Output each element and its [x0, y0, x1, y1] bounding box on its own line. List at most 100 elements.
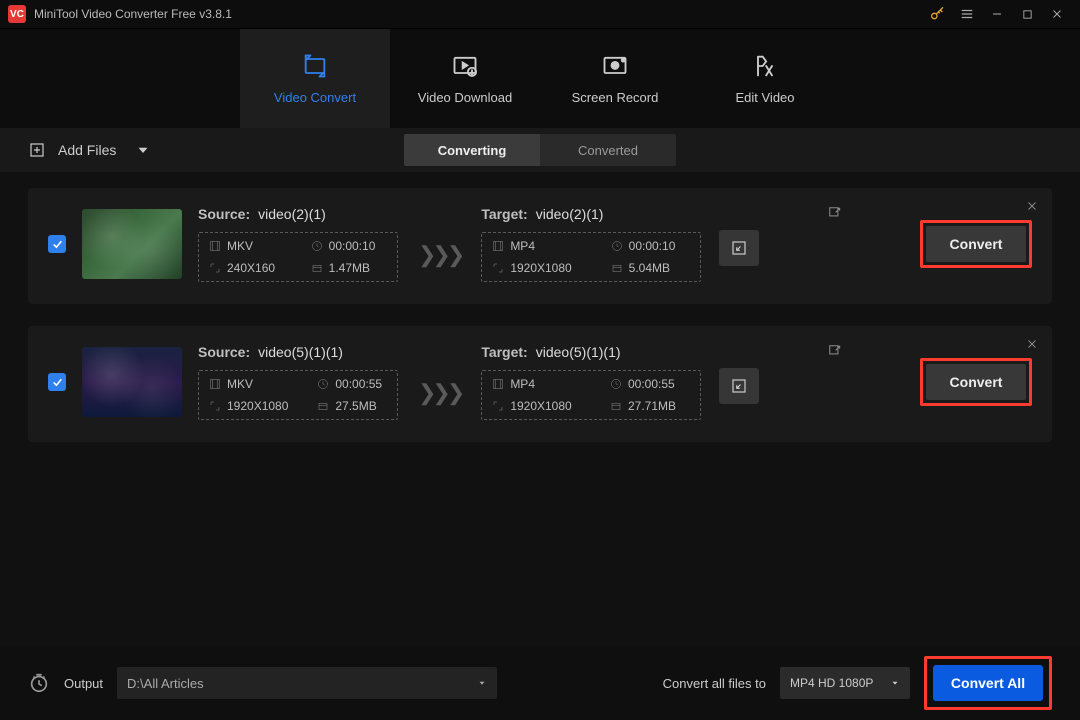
- tgt-duration: 00:00:55: [628, 377, 675, 391]
- highlight-box: Convert: [920, 220, 1032, 268]
- format-icon: [209, 378, 221, 390]
- filesize-icon: [610, 400, 622, 412]
- record-icon: [601, 52, 629, 80]
- tab-video-convert[interactable]: Video Convert: [240, 29, 390, 128]
- source-info-box: MKV 00:00:55 1920X1080 27.5MB: [198, 370, 398, 420]
- convert-all-button[interactable]: Convert All: [933, 665, 1043, 701]
- tab-label: Video Download: [418, 90, 512, 105]
- edit-video-icon: [751, 52, 779, 80]
- clock-icon: [610, 378, 622, 390]
- tab-edit-video[interactable]: Edit Video: [690, 29, 840, 128]
- source-column: Source: video(5)(1)(1) MKV 00:00:55 1920X…: [198, 344, 398, 420]
- unlock-key-icon[interactable]: [922, 0, 952, 28]
- src-size: 1.47MB: [329, 261, 370, 275]
- tab-label: Video Convert: [274, 90, 356, 105]
- highlight-box: Convert All: [924, 656, 1052, 710]
- src-duration: 00:00:10: [329, 239, 376, 253]
- format-icon: [492, 378, 504, 390]
- chevron-down-icon: [890, 678, 900, 688]
- resolution-icon: [492, 400, 504, 412]
- highlight-box: Convert: [920, 358, 1032, 406]
- file-row: Source: video(5)(1)(1) MKV 00:00:55 1920X…: [28, 326, 1052, 442]
- src-size: 27.5MB: [335, 399, 376, 413]
- source-label: Source:: [198, 344, 250, 360]
- target-info-box: MP4 00:00:10 1920X1080 5.04MB: [481, 232, 701, 282]
- maximize-button[interactable]: [1012, 0, 1042, 28]
- minimize-button[interactable]: [982, 0, 1012, 28]
- format-preset-select[interactable]: MP4 HD 1080P: [780, 667, 910, 699]
- source-column: Source: video(2)(1) MKV 00:00:10 240X160 …: [198, 206, 398, 282]
- edit-target-icon[interactable]: [828, 206, 842, 220]
- seg-converting[interactable]: Converting: [404, 134, 540, 166]
- add-files-label: Add Files: [58, 142, 116, 158]
- edit-target-icon[interactable]: [828, 344, 842, 358]
- format-icon: [209, 240, 221, 252]
- format-preset-value: MP4 HD 1080P: [790, 676, 873, 690]
- target-column: Target:video(2)(1) MP4 00:00:10 1920X108…: [481, 206, 701, 282]
- tgt-format: MP4: [510, 239, 535, 253]
- app-logo: VC: [8, 5, 26, 23]
- format-icon: [492, 240, 504, 252]
- chevron-down-icon: [134, 141, 152, 159]
- source-filename: video(2)(1): [258, 206, 326, 222]
- download-icon: [451, 52, 479, 80]
- tab-label: Edit Video: [735, 90, 794, 105]
- clock-icon: [611, 240, 623, 252]
- tab-screen-record[interactable]: Screen Record: [540, 29, 690, 128]
- remove-row-button[interactable]: [1026, 338, 1038, 350]
- filesize-icon: [317, 400, 329, 412]
- seg-converted[interactable]: Converted: [540, 134, 676, 166]
- source-filename: video(5)(1)(1): [258, 344, 343, 360]
- tgt-duration: 00:00:10: [629, 239, 676, 253]
- resolution-icon: [492, 262, 504, 274]
- tgt-format: MP4: [510, 377, 535, 391]
- output-path-value: D:\All Articles: [127, 676, 204, 691]
- convert-icon: [301, 52, 329, 80]
- source-info-box: MKV 00:00:10 240X160 1.47MB: [198, 232, 398, 282]
- output-path-select[interactable]: D:\All Articles: [117, 667, 497, 699]
- chevron-down-icon: [477, 678, 487, 688]
- arrow-icon: ❯❯❯: [418, 380, 461, 406]
- video-thumbnail[interactable]: [82, 209, 182, 279]
- tab-label: Screen Record: [572, 90, 659, 105]
- app-title: MiniTool Video Converter Free v3.8.1: [34, 7, 232, 21]
- schedule-icon[interactable]: [28, 672, 50, 694]
- filesize-icon: [311, 262, 323, 274]
- resolution-icon: [209, 262, 221, 274]
- target-info-box: MP4 00:00:55 1920X1080 27.71MB: [481, 370, 701, 420]
- target-settings-button[interactable]: [719, 230, 759, 266]
- tab-video-download[interactable]: Video Download: [390, 29, 540, 128]
- row-checkbox[interactable]: [48, 373, 66, 391]
- tgt-size: 27.71MB: [628, 399, 676, 413]
- target-settings-button[interactable]: [719, 368, 759, 404]
- status-segment: Converting Converted: [404, 134, 676, 166]
- tgt-resolution: 1920X1080: [510, 399, 571, 413]
- expand-icon: [730, 377, 748, 395]
- clock-icon: [311, 240, 323, 252]
- target-filename: video(5)(1)(1): [536, 344, 621, 360]
- tgt-size: 5.04MB: [629, 261, 670, 275]
- add-files-button[interactable]: Add Files: [28, 141, 152, 159]
- add-file-icon: [28, 141, 46, 159]
- menu-icon[interactable]: [952, 0, 982, 28]
- source-label: Source:: [198, 206, 250, 222]
- video-thumbnail[interactable]: [82, 347, 182, 417]
- target-label: Target:: [481, 206, 527, 222]
- toolbar: Add Files Converting Converted: [0, 128, 1080, 172]
- filesize-icon: [611, 262, 623, 274]
- convert-button[interactable]: Convert: [926, 226, 1026, 262]
- footer: Output D:\All Articles Convert all files…: [0, 646, 1080, 720]
- file-list: Source: video(2)(1) MKV 00:00:10 240X160 …: [0, 172, 1080, 646]
- convert-button[interactable]: Convert: [926, 364, 1026, 400]
- output-label: Output: [64, 676, 103, 691]
- arrow-icon: ❯❯❯: [418, 242, 461, 268]
- app-window: VC MiniTool Video Converter Free v3.8.1 …: [0, 0, 1080, 720]
- tgt-resolution: 1920X1080: [510, 261, 571, 275]
- remove-row-button[interactable]: [1026, 200, 1038, 212]
- close-button[interactable]: [1042, 0, 1072, 28]
- target-column: Target:video(5)(1)(1) MP4 00:00:55 1920X…: [481, 344, 701, 420]
- src-format: MKV: [227, 377, 253, 391]
- clock-icon: [317, 378, 329, 390]
- convert-all-files-label: Convert all files to: [663, 676, 766, 691]
- row-checkbox[interactable]: [48, 235, 66, 253]
